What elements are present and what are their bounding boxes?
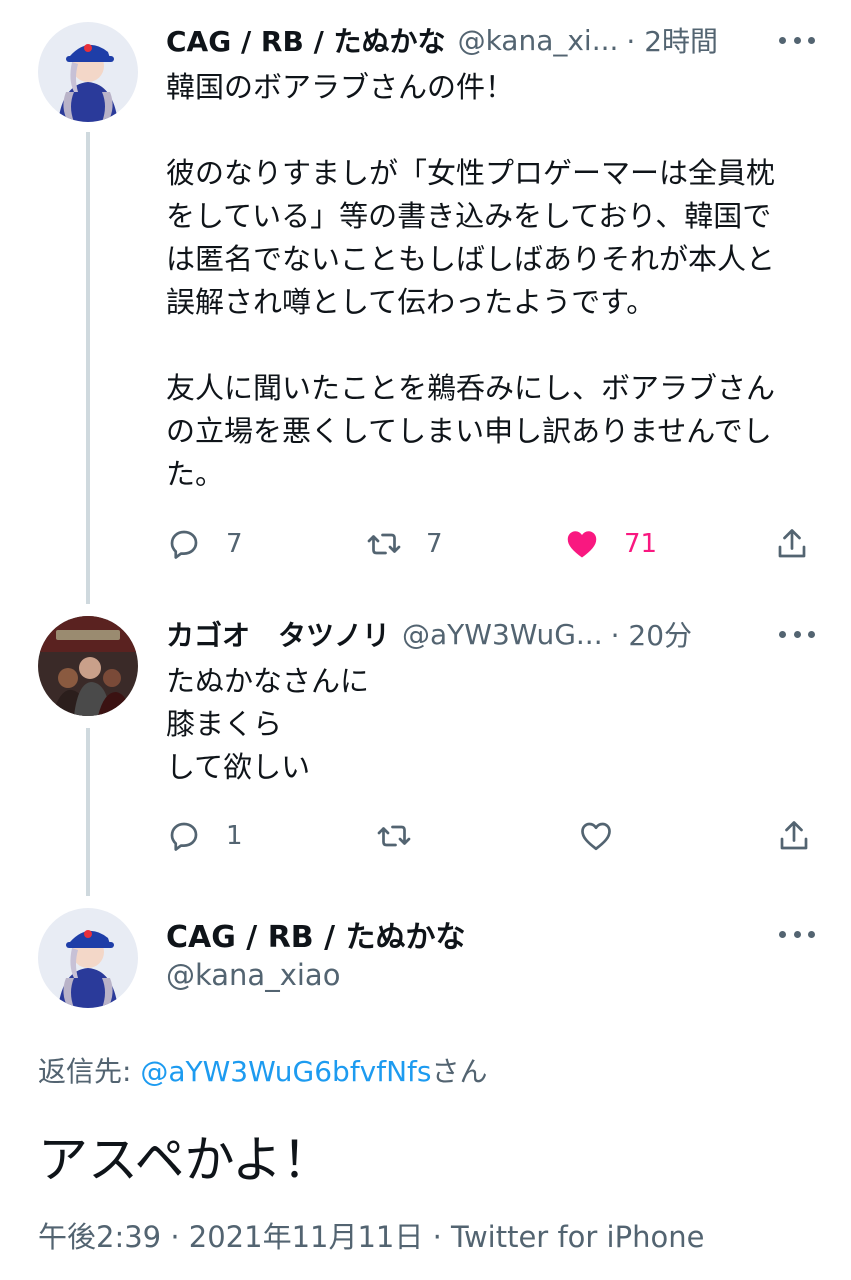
reply-to-link[interactable]: @aYW3WuG6bfvfNfs [140,1055,431,1088]
retweet-button[interactable] [376,814,412,858]
user-handle[interactable]: @kana_xi... [458,24,619,57]
like-count: 71 [624,529,658,559]
user-handle[interactable]: @aYW3WuG... [402,618,603,651]
heart-icon [581,822,611,851]
tweet-header: カゴオ タツノリ @aYW3WuG... · 20分 [166,612,692,656]
tweet-actions: 1 [166,814,816,858]
user-handle[interactable]: @kana_xiao [166,958,340,992]
tweet-header: CAG / RB / たぬかな @kana_xi... · 2時間 [166,18,718,62]
reply-icon [170,530,198,559]
more-options-icon[interactable] [779,622,815,646]
reply-prefix: 返信先: [38,1055,141,1088]
reply-button[interactable]: 1 [166,814,243,858]
reply-count: 7 [226,529,243,559]
display-name[interactable]: CAG / RB / たぬかな [166,912,466,956]
reply-button[interactable]: 7 [166,522,243,566]
retweet-count: 7 [426,529,443,559]
tweet-text: 韓国のボアラブさんの件！ 彼のなりすましが「女性プロゲーマーは全員枕 をしている… [166,70,776,491]
reply-count: 1 [226,821,243,851]
reply-icon [170,822,198,851]
reply-suffix: さん [431,1055,488,1088]
tweet-actions: 7 7 71 [166,522,816,566]
like-button[interactable]: 71 [564,522,657,566]
reply-to-line: 返信先: @aYW3WuG6bfvfNfsさん [38,1050,488,1090]
retweet-icon [377,825,411,847]
tweet-text: たぬかなさんに 膝まくら して欲しい [166,664,370,784]
timestamp[interactable]: · 2時間 [626,20,718,60]
share-icon [778,529,806,558]
heart-filled-icon [567,531,597,558]
display-name[interactable]: カゴオ タツノリ [166,614,390,654]
thread-line [86,728,90,896]
tweet-text: アスペかよ！ [38,1131,332,1189]
more-options-icon[interactable] [779,922,815,946]
display-name[interactable]: CAG / RB / たぬかな [166,20,446,60]
retweet-icon [367,533,401,555]
like-button[interactable] [578,814,614,858]
retweet-button[interactable]: 7 [366,522,443,566]
share-button[interactable] [774,522,810,566]
more-options-icon[interactable] [779,28,815,52]
user-avatar-icon[interactable] [38,908,138,1008]
share-icon [780,821,808,850]
tweet-meta[interactable]: 午後2:39 · 2021年11月11日 · Twitter for iPhon… [38,1214,704,1256]
user-avatar-icon[interactable] [38,616,138,716]
thread-line [86,132,90,604]
timestamp[interactable]: · 20分 [611,614,692,654]
user-avatar-icon[interactable] [38,22,138,122]
share-button[interactable] [776,814,812,858]
